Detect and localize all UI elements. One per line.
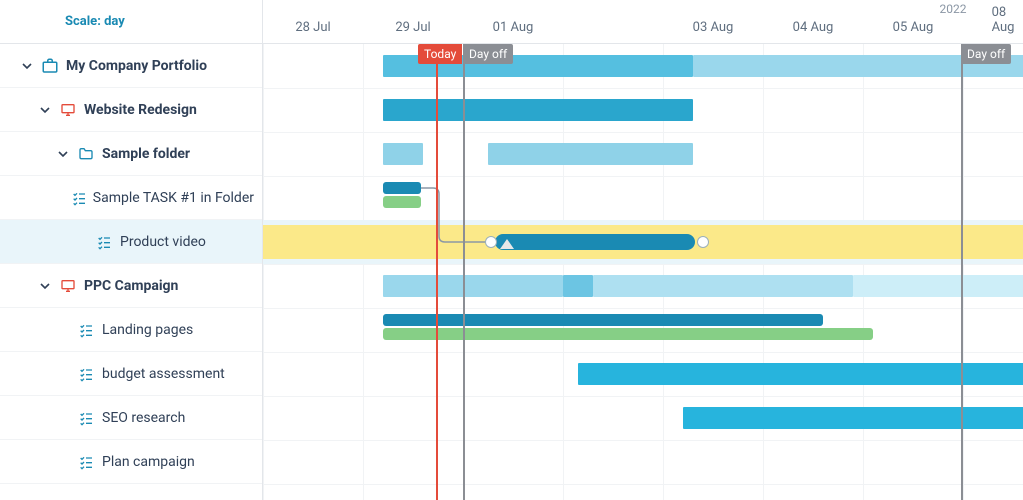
tree-label: My Company Portfolio	[66, 58, 207, 74]
dayoff-label: Day off	[463, 44, 513, 64]
today-marker	[436, 44, 438, 500]
gantt-bar-task[interactable]	[683, 407, 1023, 429]
checklist-icon	[76, 320, 96, 340]
gantt-bar-summary[interactable]	[383, 275, 563, 297]
gantt-bar-task[interactable]	[383, 196, 421, 208]
screen-icon	[58, 100, 78, 120]
folder-icon	[76, 144, 96, 164]
date-tick: 29 Jul	[395, 20, 430, 35]
scale-selector[interactable]: Scale: day	[0, 0, 262, 44]
tree-row-folder[interactable]: Sample folder	[0, 132, 262, 176]
tree-label: Sample folder	[102, 146, 190, 162]
resize-handle-left[interactable]	[485, 236, 497, 248]
checklist-icon	[76, 452, 96, 472]
dayoff-label: Day off	[961, 44, 1011, 64]
today-label: Today	[418, 44, 462, 64]
briefcase-icon	[40, 56, 60, 76]
checklist-icon	[71, 188, 87, 208]
tree-row-task[interactable]: budget assessment	[0, 352, 262, 396]
dayoff-marker	[961, 44, 963, 500]
checklist-icon	[94, 232, 114, 252]
gantt-bar-task[interactable]	[383, 328, 873, 340]
tree-row-task[interactable]: SEO research	[0, 396, 262, 440]
gantt-bar-summary[interactable]	[593, 275, 853, 297]
gantt-bar-task[interactable]	[578, 363, 1023, 385]
tree-label: Sample TASK #1 in Folder	[93, 190, 254, 206]
date-tick: 01 Aug	[493, 20, 534, 35]
gantt-bar-summary[interactable]	[853, 275, 1023, 297]
scale-label: Scale: day	[65, 14, 125, 29]
tree-row-project[interactable]: PPC Campaign	[0, 264, 262, 308]
tree-label: Landing pages	[102, 322, 193, 338]
resize-handle-right[interactable]	[697, 236, 709, 248]
gantt-bar-summary[interactable]	[383, 99, 693, 121]
tree-label: PPC Campaign	[84, 278, 178, 294]
gantt-bar-summary[interactable]	[488, 143, 693, 165]
tree-row-project[interactable]: Website Redesign	[0, 88, 262, 132]
date-tick: 08 Aug	[992, 5, 1015, 35]
tree-label: Product video	[120, 234, 206, 250]
tree-row-portfolio[interactable]: My Company Portfolio	[0, 44, 262, 88]
tree-row-task-selected[interactable]: Product video	[0, 220, 262, 264]
dependency-handle-icon[interactable]	[500, 239, 514, 249]
tree-label: SEO research	[102, 410, 185, 426]
tree-label: budget assessment	[102, 366, 225, 382]
tree-row-task[interactable]: Plan campaign	[0, 440, 262, 484]
dayoff-marker	[463, 44, 465, 500]
tree-row-task[interactable]: Landing pages	[0, 308, 262, 352]
gantt-bar-summary[interactable]	[383, 143, 423, 165]
checklist-icon	[76, 364, 96, 384]
chevron-down-icon[interactable]	[36, 277, 54, 295]
checklist-icon	[76, 408, 96, 428]
gantt-bar-task[interactable]	[383, 314, 823, 326]
tree-label: Website Redesign	[84, 102, 197, 118]
gantt-bar-task-selected[interactable]	[495, 234, 695, 250]
tree-row-task[interactable]: Sample TASK #1 in Folder	[0, 176, 262, 220]
chevron-down-icon[interactable]	[36, 101, 54, 119]
chevron-down-icon[interactable]	[54, 145, 72, 163]
chevron-down-icon[interactable]	[18, 57, 36, 75]
gantt-canvas[interactable]: Today Day off Day off	[263, 44, 1023, 500]
year-label: 2022	[940, 2, 967, 16]
date-tick: 03 Aug	[693, 20, 734, 35]
tree-label: Plan campaign	[102, 454, 195, 470]
date-tick: 05 Aug	[893, 20, 934, 35]
screen-icon	[58, 276, 78, 296]
gantt-bar-summary[interactable]	[563, 275, 593, 297]
timeline-header[interactable]: 2022 28 Jul 29 Jul 01 Aug 03 Aug 04 Aug …	[263, 0, 1023, 44]
date-tick: 04 Aug	[793, 20, 834, 35]
gantt-bar-task[interactable]	[383, 182, 421, 194]
date-tick: 28 Jul	[295, 20, 330, 35]
